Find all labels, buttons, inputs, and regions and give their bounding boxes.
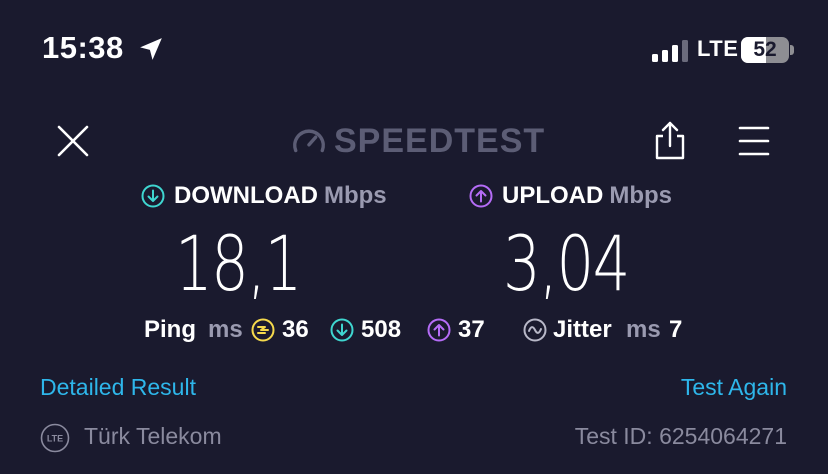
share-icon[interactable] [652, 120, 688, 160]
download-latency-value: 508 [361, 316, 402, 343]
lte-badge-icon: LTE [40, 423, 70, 453]
test-again-link[interactable]: Test Again [681, 374, 787, 401]
network-type: LTE [697, 36, 739, 61]
detailed-result-link[interactable]: Detailed Result [40, 374, 196, 401]
jitter-label: Jitter [553, 316, 612, 343]
upload-arrow-icon [469, 184, 493, 208]
status-time: 15:38 [42, 30, 124, 65]
speedtest-gauge-icon [293, 129, 325, 153]
lte-badge-text: LTE [47, 434, 63, 444]
upload-label: UPLOAD [502, 182, 604, 209]
upload-heading: UPLOAD Mbps [502, 182, 672, 210]
download-label: DOWNLOAD [174, 182, 318, 209]
download-latency-icon [330, 318, 354, 342]
idle-latency-value: 36 [282, 316, 309, 343]
jitter-unit: ms [626, 316, 661, 343]
isp-name: Türk Telekom [84, 423, 222, 449]
ping-unit: ms [208, 316, 243, 343]
idle-latency-icon [251, 318, 275, 342]
jitter-value: 7 [669, 316, 683, 343]
close-icon[interactable] [56, 124, 90, 158]
ping-label: Ping [144, 316, 196, 343]
download-speed-value: 18,1 [175, 219, 302, 308]
download-unit: Mbps [323, 182, 387, 209]
battery-indicator: 52 [741, 37, 789, 63]
location-arrow-icon [140, 38, 162, 60]
jitter-wave-icon [523, 318, 547, 342]
upload-unit: Mbps [609, 182, 673, 209]
upload-speed-value: 3,04 [503, 219, 630, 308]
battery-tip [790, 45, 794, 55]
app-logo: SPEEDTEST [334, 122, 546, 160]
cellular-signal-icon [652, 40, 688, 62]
upload-latency-value: 37 [458, 316, 485, 343]
download-arrow-icon [141, 184, 165, 208]
upload-latency-icon [427, 318, 451, 342]
battery-percent: 52 [753, 38, 777, 61]
test-id: Test ID: 6254064271 [574, 423, 787, 449]
download-heading: DOWNLOAD Mbps [174, 182, 387, 210]
hamburger-menu-icon[interactable] [738, 124, 770, 158]
